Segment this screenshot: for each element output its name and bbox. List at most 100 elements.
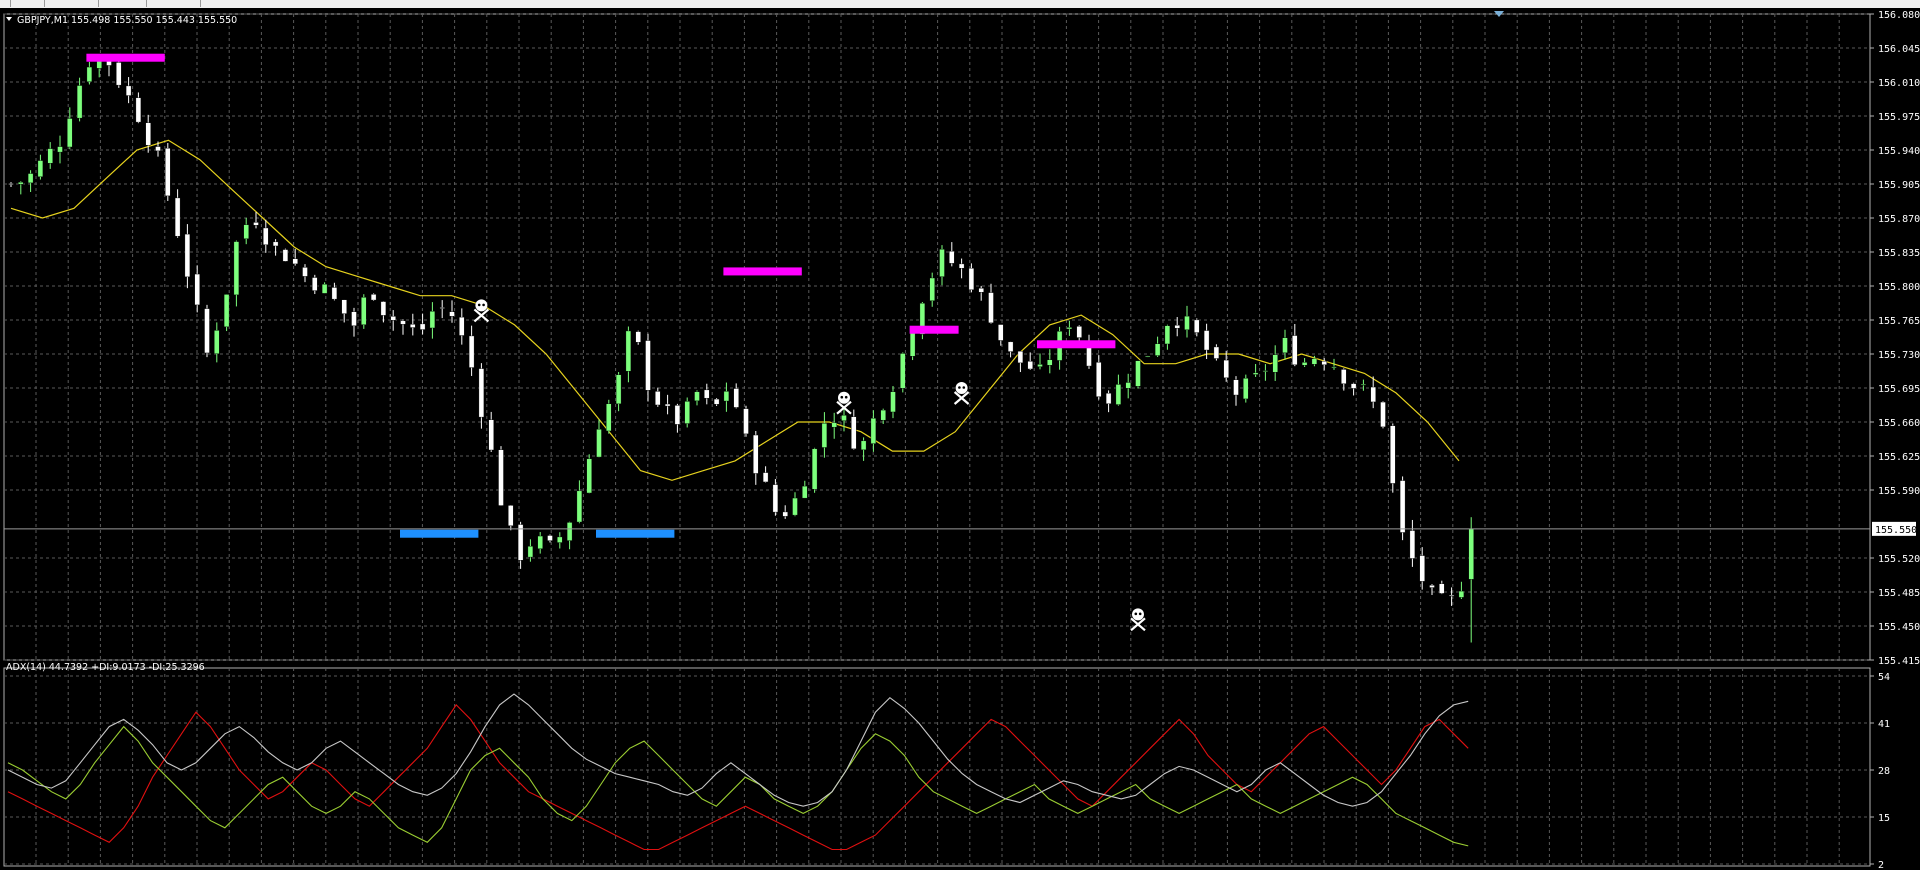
candle[interactable] [165,142,171,201]
candle[interactable] [1429,584,1435,595]
candle[interactable] [615,372,622,412]
candle[interactable] [468,325,475,376]
candle[interactable] [302,264,308,283]
candle[interactable] [1154,336,1161,357]
candle[interactable] [272,239,279,256]
candle[interactable] [586,454,592,494]
candle[interactable] [86,61,93,85]
candle[interactable] [988,283,994,324]
candle[interactable] [821,412,828,458]
candle[interactable] [1262,364,1269,381]
candle[interactable] [1125,373,1131,399]
candle[interactable] [753,430,759,485]
candle[interactable] [1409,519,1416,567]
candle[interactable] [351,307,357,337]
candle[interactable] [576,480,583,524]
candle[interactable] [566,521,573,550]
candle[interactable] [870,410,877,452]
candle[interactable] [1233,376,1239,406]
candle[interactable] [76,77,83,122]
chart-window[interactable]: 156.080 156.045 156.010 155.975 155.940 155.9… [0,8,1920,870]
candle[interactable] [900,352,906,393]
candle[interactable] [1027,352,1033,370]
candle[interactable] [1252,364,1259,377]
candle[interactable] [410,313,416,336]
candle[interactable] [174,189,181,238]
candle[interactable] [1301,357,1308,368]
candle[interactable] [361,294,367,329]
candle[interactable] [243,217,249,245]
candle[interactable] [929,272,935,307]
candle[interactable] [1272,345,1278,381]
candle[interactable] [1468,517,1474,643]
candle[interactable] [449,300,455,323]
candle[interactable] [635,330,641,345]
candle[interactable] [1096,355,1102,400]
candle[interactable] [762,466,769,483]
candle[interactable] [655,387,661,407]
candle[interactable] [1458,581,1465,599]
candle[interactable] [1105,390,1112,413]
candle[interactable] [478,363,485,429]
candle[interactable] [1017,350,1024,373]
candle[interactable] [547,534,553,543]
candle[interactable] [488,411,494,452]
candle[interactable] [380,301,387,323]
candle[interactable] [184,224,191,289]
candle[interactable] [135,92,142,124]
candle[interactable] [1360,379,1367,391]
candle[interactable] [792,492,798,517]
candle[interactable] [811,447,818,493]
candle[interactable] [802,480,808,499]
candle[interactable] [312,274,318,295]
candle[interactable] [713,398,720,406]
candle[interactable] [978,285,984,301]
triangle-down-icon[interactable] [6,17,12,21]
candle[interactable] [909,331,916,361]
candle[interactable] [625,326,632,383]
candle[interactable] [841,408,847,432]
candle[interactable] [292,248,298,266]
candle[interactable] [1037,353,1043,370]
candle[interactable] [282,248,289,262]
candle[interactable] [341,299,347,323]
price-chart[interactable]: 156.080 156.045 156.010 155.975 155.940 155.9… [0,8,1920,870]
candle[interactable] [998,324,1004,346]
candle[interactable] [18,181,24,195]
candle[interactable] [694,390,700,406]
candle[interactable] [439,300,445,319]
candle[interactable] [704,383,710,405]
adx-indicator-panel[interactable] [7,693,1469,851]
candle[interactable] [674,403,681,433]
candle[interactable] [57,135,63,164]
candle[interactable] [223,294,230,332]
candle[interactable] [67,107,73,150]
candle[interactable] [684,397,690,428]
candle[interactable] [1370,376,1376,409]
candle[interactable] [1419,547,1425,590]
candle[interactable] [772,478,779,516]
candle[interactable] [419,313,426,335]
candle[interactable] [1213,344,1220,361]
candle[interactable] [949,242,955,267]
candle[interactable] [1448,587,1455,606]
candle[interactable] [233,240,240,307]
candle[interactable] [429,302,436,339]
candle[interactable] [1390,423,1396,493]
candle[interactable] [1135,360,1141,389]
candle[interactable] [125,77,132,104]
candle[interactable] [596,419,602,458]
candle[interactable] [253,211,259,229]
candle[interactable] [498,446,504,506]
candle[interactable] [782,505,788,519]
candle[interactable] [1341,368,1347,391]
candle[interactable] [321,282,328,294]
candle[interactable] [939,245,945,286]
candle[interactable] [1086,334,1092,369]
candle[interactable] [1047,349,1053,374]
candle[interactable] [645,333,651,402]
candle[interactable] [606,399,612,434]
candle[interactable] [1282,329,1288,360]
candle[interactable] [723,382,730,412]
candle[interactable] [890,385,896,419]
